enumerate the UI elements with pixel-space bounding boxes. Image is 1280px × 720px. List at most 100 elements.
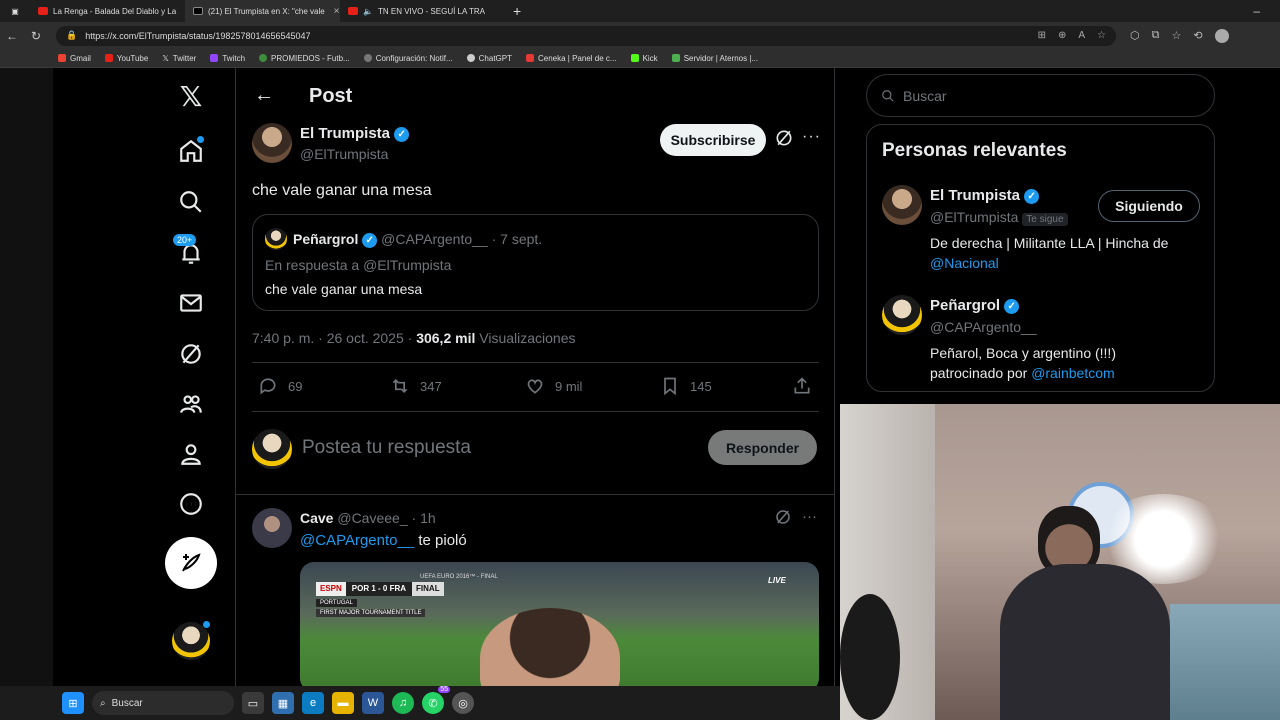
reply-input[interactable]: Postea tu respuesta (302, 437, 471, 459)
x-logo-icon[interactable]: 𝕏 (175, 80, 207, 113)
task-view-icon[interactable]: ▭ (242, 692, 264, 714)
url-field[interactable]: 🔒 https://x.com/ElTrumpista/status/19825… (56, 25, 1116, 46)
reply-mention-link[interactable]: @CAPArgento__ (300, 532, 414, 549)
bio-text: Peñarol, Boca y argentino (!!!) (930, 345, 1116, 361)
widgets-icon[interactable]: ▦ (272, 692, 294, 714)
divider (252, 411, 819, 412)
person-name[interactable]: Peñargrol ✓ (930, 297, 1020, 314)
compose-post-button[interactable] (165, 537, 217, 589)
profile-icon[interactable] (175, 438, 207, 470)
communities-icon[interactable] (175, 388, 207, 420)
speaker-icon[interactable]: 🔈 (363, 7, 373, 16)
x-logo-icon: 𝕏 (162, 53, 169, 63)
divider (236, 494, 834, 495)
bio-link[interactable]: @Nacional (930, 255, 999, 271)
back-arrow-icon[interactable]: ← (254, 84, 274, 107)
refresh-icon[interactable]: ↻ (24, 29, 48, 43)
windows-start-icon[interactable]: ⊞ (62, 692, 84, 714)
profile-avatar[interactable] (1214, 28, 1229, 43)
quote-text: che vale ganar una mesa (265, 281, 423, 297)
reply-body: te pioló (418, 532, 467, 549)
split-screen-icon[interactable]: ⧉ (1152, 29, 1160, 43)
app-icon[interactable]: ◎ (452, 692, 474, 714)
account-unread-dot (203, 621, 210, 628)
person-handle[interactable]: @ElTrumpista (930, 209, 1018, 225)
verified-badge-icon: ✓ (362, 232, 378, 248)
post-author-handle[interactable]: @ElTrumpista (300, 146, 388, 162)
new-tab-button[interactable]: + (505, 0, 529, 22)
bookmark-twitter[interactable]: 𝕏 Twitter (162, 54, 196, 63)
reply-author-handle[interactable]: @Caveee_ (337, 510, 407, 526)
network-logo: ESPN (316, 582, 346, 596)
extensions-icon[interactable]: ⬡ (1130, 29, 1140, 43)
bookmark-promiedos[interactable]: PROMIEDOS - Futb... (259, 54, 350, 63)
more-options-icon[interactable]: ··· (802, 508, 817, 525)
taskbar-search[interactable]: ⌕ Buscar (92, 691, 234, 715)
more-circle-icon[interactable] (175, 488, 207, 520)
bookmark-gmail[interactable]: Gmail (58, 54, 91, 63)
post-author-name[interactable]: El Trumpista ✓ (300, 125, 410, 142)
tab-actions-icon[interactable]: ▣ (0, 0, 30, 22)
reply-button[interactable]: Responder (708, 430, 817, 465)
mail-icon[interactable] (175, 287, 207, 319)
bookmark-config[interactable]: Configuración: Notif... (363, 54, 453, 63)
post-author-avatar[interactable] (252, 123, 292, 163)
browser-tab-la-renga[interactable]: La Renga - Balada Del Diablo y La × (30, 0, 185, 22)
grok-icon[interactable] (774, 128, 794, 148)
bookmark-aternos[interactable]: Servidor | Aternos |... (671, 54, 758, 63)
back-icon[interactable]: ← (0, 29, 24, 43)
following-button[interactable]: Siguiendo (1098, 190, 1200, 222)
person-handle[interactable]: @CAPArgento__ (930, 319, 1037, 335)
grok-icon[interactable] (774, 508, 792, 531)
browser-tab-trumpista[interactable]: (21) El Trumpista en X: "che vale × (185, 0, 340, 22)
bookmark-twitch[interactable]: Twitch (210, 54, 245, 63)
taskbar-search-label: Buscar (111, 697, 143, 709)
history-icon[interactable]: ⟲ (1193, 29, 1202, 43)
tab-title: (21) El Trumpista en X: "che vale (208, 6, 325, 16)
person-handle-row: @ElTrumpista Te sigue (930, 209, 1068, 226)
grok-icon[interactable] (175, 338, 207, 370)
reply-video[interactable]: ESPN POR 1 - 0 FRA FINAL UEFA EURO 2016™… (300, 562, 819, 686)
bio-link[interactable]: @rainbetcom (1031, 365, 1114, 381)
reply-author-name[interactable]: Cave (300, 510, 333, 526)
bookmark-action[interactable]: 145 (660, 376, 712, 396)
bookmark-label: PROMIEDOS - Futb... (271, 53, 350, 63)
edge-icon[interactable]: e (302, 692, 324, 714)
search-icon[interactable] (175, 186, 207, 218)
read-aloud-icon[interactable]: A (1078, 30, 1085, 41)
zoom-icon[interactable]: ⊕ (1058, 30, 1066, 41)
like-action[interactable]: 9 mil (525, 376, 582, 396)
favorites-icon[interactable]: ☆ (1171, 29, 1181, 43)
favorite-star-icon[interactable]: ☆ (1097, 30, 1106, 41)
person-avatar[interactable] (882, 295, 922, 335)
minimize-icon[interactable]: – (1253, 4, 1280, 18)
browser-tab-tn[interactable]: 🔈 TN EN VIVO - SEGUÍ LA TRA (340, 0, 505, 22)
globe-icon (363, 54, 372, 62)
repost-action[interactable]: 347 (390, 376, 442, 396)
person-avatar[interactable] (882, 185, 922, 225)
bookmark-kick[interactable]: Kick (630, 54, 658, 63)
search-field[interactable]: Buscar (866, 74, 1215, 117)
reply-time[interactable]: · 1h (412, 510, 436, 526)
person-name[interactable]: El Trumpista ✓ (930, 187, 1040, 204)
whatsapp-icon[interactable]: ✆ 55 (422, 686, 450, 714)
reply-action[interactable]: 69 (258, 376, 302, 396)
page-title: Post (309, 85, 353, 107)
word-icon[interactable]: W (362, 692, 384, 714)
close-icon[interactable]: × (334, 6, 340, 17)
quote-author-avatar (265, 228, 287, 250)
app-icon[interactable]: ⊞ (1038, 30, 1046, 41)
bio-text: De derecha | Militante LLA | Hincha de (930, 235, 1169, 251)
quoted-post[interactable]: Peñargrol ✓ @CAPArgento__ · 7 sept. En r… (252, 214, 819, 311)
main-column: ← Post El Trumpista ✓ @ElTrumpista Subsc… (235, 68, 835, 686)
file-explorer-icon[interactable]: ▬ (332, 692, 354, 714)
reply-author-avatar[interactable] (252, 508, 292, 548)
spotify-icon[interactable]: ♫ (392, 692, 414, 714)
bookmark-chatgpt[interactable]: ChatGPT (466, 54, 512, 63)
more-options-icon[interactable]: ··· (802, 128, 821, 146)
post-timestamp[interactable]: 7:40 p. m. · 26 oct. 2025 · (252, 330, 412, 346)
share-icon[interactable] (792, 376, 812, 399)
bookmark-ceneka[interactable]: Ceneka | Panel de c... (525, 54, 617, 63)
bookmark-youtube[interactable]: YouTube (104, 54, 148, 63)
subscribe-button[interactable]: Subscribirse (660, 124, 766, 156)
